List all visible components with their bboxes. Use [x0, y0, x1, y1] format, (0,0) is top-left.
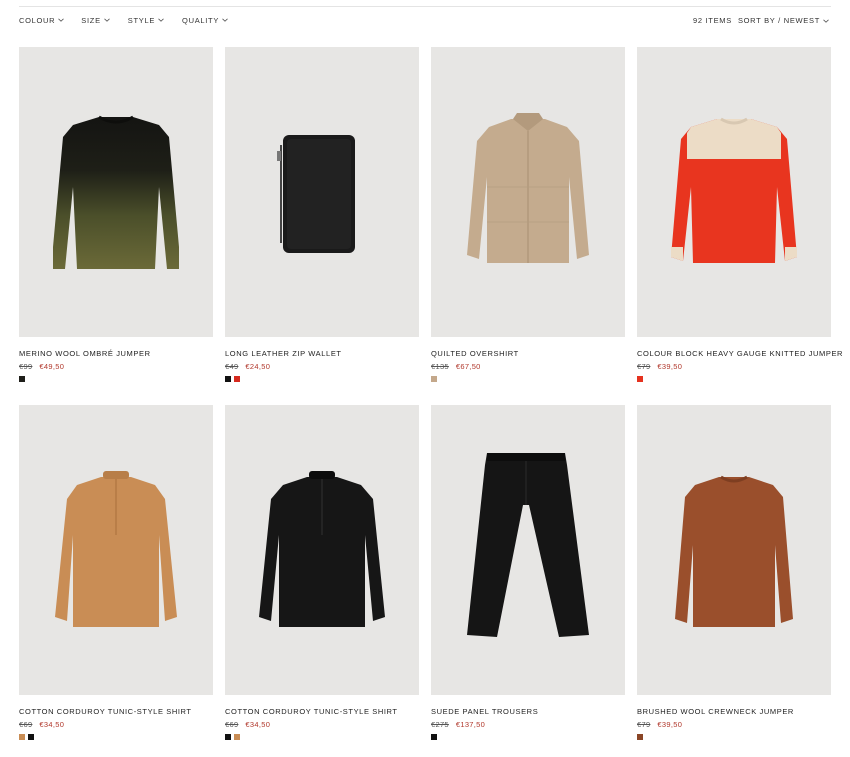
- filter-bar: COLOUR SIZE STYLE QUALITY 92 ITEMS SORT …: [19, 16, 831, 30]
- sale-price: €67,50: [455, 362, 481, 371]
- colour-swatch[interactable]: [225, 734, 231, 740]
- product-card[interactable]: COTTON CORDUROY TUNIC-STYLE SHIRT €69 €3…: [225, 405, 419, 740]
- product-name[interactable]: COTTON CORDUROY TUNIC-STYLE SHIRT: [19, 707, 213, 716]
- original-price: €275: [431, 720, 449, 729]
- filter-colour[interactable]: COLOUR: [19, 16, 65, 25]
- product-image-leather-zip-wallet[interactable]: [225, 47, 419, 337]
- colour-swatch[interactable]: [637, 734, 643, 740]
- sale-price: €137,50: [455, 720, 486, 729]
- product-card[interactable]: BRUSHED WOOL CREWNECK JUMPER €79 €39,50: [637, 405, 831, 740]
- sort-dropdown[interactable]: SORT BY / NEWEST: [738, 16, 829, 25]
- product-prices: €69 €34,50: [19, 720, 213, 729]
- colour-swatches: [225, 734, 419, 740]
- original-price: €99: [19, 362, 33, 371]
- filter-style-label: STYLE: [127, 16, 156, 25]
- colour-swatches: [19, 734, 213, 740]
- product-image-merino-ombre-jumper[interactable]: [19, 47, 213, 337]
- filter-style[interactable]: STYLE: [128, 16, 164, 25]
- product-prices: €79 €39,50: [637, 362, 831, 371]
- colour-swatch[interactable]: [19, 376, 25, 382]
- product-image-corduroy-shirt-black[interactable]: [225, 405, 419, 695]
- original-price: €135: [431, 362, 449, 371]
- product-name[interactable]: QUILTED OVERSHIRT: [431, 349, 625, 358]
- chevron-down-icon: [104, 17, 110, 23]
- filter-quality[interactable]: QUALITY: [182, 16, 228, 25]
- product-prices: €275 €137,50: [431, 720, 625, 729]
- colour-swatch[interactable]: [431, 376, 437, 382]
- product-name[interactable]: SUEDE PANEL TROUSERS: [431, 707, 625, 716]
- top-divider: [19, 6, 831, 7]
- product-prices: €135 €67,50: [431, 362, 625, 371]
- colour-swatches: [19, 376, 213, 382]
- product-name[interactable]: LONG LEATHER ZIP WALLET: [225, 349, 419, 358]
- colour-swatch[interactable]: [225, 376, 231, 382]
- product-image-suede-panel-trousers[interactable]: [431, 405, 625, 695]
- product-name[interactable]: COTTON CORDUROY TUNIC-STYLE SHIRT: [225, 707, 419, 716]
- product-name[interactable]: COLOUR BLOCK HEAVY GAUGE KNITTED JUMPER: [637, 349, 842, 358]
- colour-swatch[interactable]: [28, 734, 34, 740]
- product-image-corduroy-shirt-tan[interactable]: [19, 405, 213, 695]
- sort-label: SORT BY / NEWEST: [737, 16, 820, 25]
- colour-swatch[interactable]: [637, 376, 643, 382]
- product-card[interactable]: SUEDE PANEL TROUSERS €275 €137,50: [431, 405, 625, 740]
- chevron-down-icon: [58, 17, 65, 23]
- product-card[interactable]: QUILTED OVERSHIRT €135 €67,50: [431, 47, 625, 382]
- filter-quality-label: QUALITY: [182, 16, 220, 25]
- product-image-colour-block-jumper[interactable]: [637, 47, 831, 337]
- product-name[interactable]: MERINO WOOL OMBRÉ JUMPER: [19, 349, 213, 358]
- product-card[interactable]: COLOUR BLOCK HEAVY GAUGE KNITTED JUMPER …: [637, 47, 842, 382]
- sale-price: €39,50: [657, 720, 683, 729]
- sale-price: €24,50: [245, 362, 271, 371]
- product-prices: €49 €24,50: [225, 362, 419, 371]
- filter-size[interactable]: SIZE: [81, 16, 110, 25]
- product-image-quilted-overshirt[interactable]: [431, 47, 625, 337]
- colour-swatch[interactable]: [234, 376, 240, 382]
- product-prices: €69 €34,50: [225, 720, 419, 729]
- product-card[interactable]: MERINO WOOL OMBRÉ JUMPER €99 €49,50: [19, 47, 213, 382]
- product-prices: €99 €49,50: [19, 362, 213, 371]
- product-name[interactable]: BRUSHED WOOL CREWNECK JUMPER: [637, 707, 831, 716]
- item-count: 92 ITEMS: [692, 16, 732, 25]
- colour-swatches: [431, 376, 625, 382]
- product-card[interactable]: COTTON CORDUROY TUNIC-STYLE SHIRT €69 €3…: [19, 405, 213, 740]
- sale-price: €34,50: [245, 720, 271, 729]
- original-price: €79: [637, 362, 651, 371]
- chevron-down-icon: [158, 17, 164, 23]
- colour-swatches: [637, 734, 831, 740]
- chevron-down-icon: [823, 17, 829, 23]
- original-price: €69: [19, 720, 33, 729]
- product-image-brushed-wool-jumper[interactable]: [637, 405, 831, 695]
- filter-size-label: SIZE: [81, 16, 101, 25]
- results-controls: 92 ITEMS SORT BY / NEWEST: [693, 16, 829, 25]
- product-prices: €79 €39,50: [637, 720, 831, 729]
- filter-group: COLOUR SIZE STYLE QUALITY: [19, 16, 228, 25]
- sale-price: €39,50: [657, 362, 683, 371]
- colour-swatches: [637, 376, 831, 382]
- colour-swatch[interactable]: [234, 734, 240, 740]
- product-card[interactable]: LONG LEATHER ZIP WALLET €49 €24,50: [225, 47, 419, 382]
- chevron-down-icon: [222, 17, 228, 23]
- original-price: €49: [225, 362, 239, 371]
- filter-colour-label: COLOUR: [19, 16, 56, 25]
- colour-swatch[interactable]: [431, 734, 437, 740]
- original-price: €69: [225, 720, 239, 729]
- colour-swatches: [225, 376, 419, 382]
- colour-swatch[interactable]: [19, 734, 25, 740]
- sale-price: €49,50: [39, 362, 65, 371]
- colour-swatches: [431, 734, 625, 740]
- sale-price: €34,50: [39, 720, 65, 729]
- original-price: €79: [637, 720, 651, 729]
